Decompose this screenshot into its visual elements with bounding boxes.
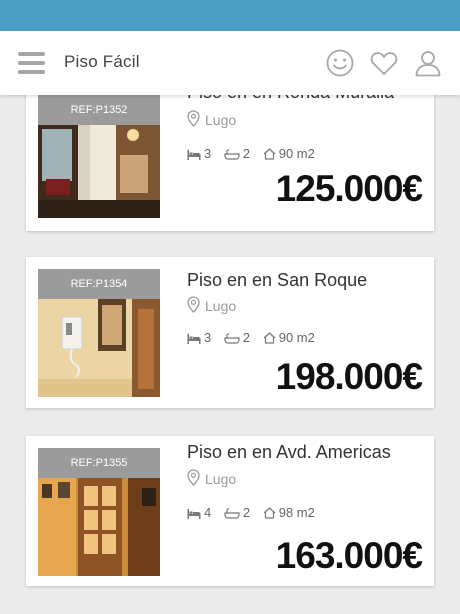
listing-card[interactable]: REF:P1355 Piso en en Avd. Americas Lugo xyxy=(26,436,434,586)
ref-badge: REF:P1355 xyxy=(38,448,160,478)
location-pin-icon xyxy=(187,469,200,486)
menu-icon[interactable] xyxy=(18,52,45,74)
house-icon xyxy=(263,148,276,160)
bath-icon xyxy=(224,508,240,519)
listing-photo[interactable]: REF:P1355 xyxy=(38,448,160,576)
bedrooms-count: 3 xyxy=(204,330,212,345)
bathrooms-count: 2 xyxy=(242,505,251,520)
location-text: Lugo xyxy=(205,112,237,128)
location-text: Lugo xyxy=(205,298,237,314)
listing-price: 198.000€ xyxy=(275,356,423,397)
listing-features: 4 2 98 m2 xyxy=(187,505,324,520)
listing-features: 3 2 90 m2 xyxy=(187,330,324,345)
listing-photo[interactable]: REF:P1354 xyxy=(38,269,160,397)
listing-location: Lugo xyxy=(187,110,236,128)
location-pin-icon xyxy=(187,296,200,313)
house-icon xyxy=(263,332,276,344)
bathrooms-count: 2 xyxy=(242,330,251,345)
listing-title[interactable]: Piso en en Avd. Americas xyxy=(187,442,391,463)
listing-price: 125.000€ xyxy=(275,168,423,209)
listing-features: 3 2 90 m2 xyxy=(187,146,324,161)
listing-location: Lugo xyxy=(187,296,236,314)
bath-icon xyxy=(224,149,240,160)
app-title: Piso Fácil xyxy=(64,52,140,71)
bed-icon xyxy=(187,509,201,519)
bedrooms-count: 4 xyxy=(204,505,212,520)
location-text: Lugo xyxy=(205,471,237,487)
location-pin-icon xyxy=(187,110,200,127)
user-icon[interactable] xyxy=(413,48,443,78)
bed-icon xyxy=(187,334,201,344)
status-bar xyxy=(0,0,460,31)
listing-photo[interactable]: REF:P1352 xyxy=(38,95,160,218)
ref-badge: REF:P1352 xyxy=(38,95,160,125)
listing-price: 163.000€ xyxy=(275,535,423,576)
listing-card[interactable]: REF:P1354 Piso en en San Roque Lugo 3 2 … xyxy=(26,257,434,408)
smiley-icon[interactable] xyxy=(325,48,355,78)
heart-icon[interactable] xyxy=(369,48,399,78)
house-icon xyxy=(263,507,276,519)
bathrooms-count: 2 xyxy=(242,146,251,161)
area-value: 98 m2 xyxy=(278,505,315,520)
listing-title[interactable]: Piso en en San Roque xyxy=(187,270,367,291)
listing-card[interactable]: REF:P1352 Piso en en Ronda Muralla Lugo … xyxy=(26,95,434,231)
listing-title[interactable]: Piso en en Ronda Muralla xyxy=(187,95,394,103)
bath-icon xyxy=(224,333,240,344)
area-value: 90 m2 xyxy=(278,330,315,345)
area-value: 90 m2 xyxy=(278,146,315,161)
bedrooms-count: 3 xyxy=(204,146,212,161)
bed-icon xyxy=(187,150,201,160)
listing-location: Lugo xyxy=(187,469,236,487)
ref-badge: REF:P1354 xyxy=(38,269,160,299)
app-bar: Piso Fácil xyxy=(0,31,460,95)
listing-feed[interactable]: REF:P1352 Piso en en Ronda Muralla Lugo … xyxy=(0,95,460,614)
